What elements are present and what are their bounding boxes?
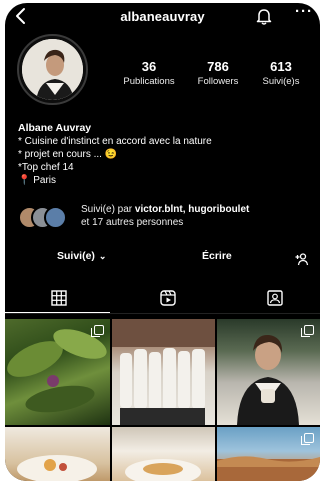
profile-screen: albaneauvray ··· 36 Publications 786 Fol… bbox=[5, 3, 320, 481]
stat-label: Publications bbox=[123, 76, 175, 87]
profile-bio: Albane Auvray * Cuisine d'instinct en ac… bbox=[18, 122, 212, 187]
followed-by-prefix: Suivi(e) par bbox=[81, 204, 135, 215]
grid-icon[interactable] bbox=[50, 289, 68, 307]
profile-name: Albane Auvray bbox=[18, 122, 92, 134]
more-options-button[interactable]: ··· bbox=[295, 3, 313, 20]
bio-line: * Cuisine d'instinct en accord avec la n… bbox=[18, 136, 212, 147]
post-thumbnail[interactable] bbox=[217, 319, 320, 425]
profile-avatar[interactable] bbox=[17, 34, 88, 105]
bio-line: 📍 Paris bbox=[18, 175, 57, 186]
following-label: Suivi(e) bbox=[57, 250, 95, 262]
stat-value: 36 bbox=[141, 59, 157, 74]
profile-tabs bbox=[5, 286, 320, 314]
post-thumbnail[interactable] bbox=[5, 319, 110, 425]
bio-line: * projet en cours ... 😉 bbox=[18, 149, 118, 160]
carousel-icon bbox=[301, 325, 314, 337]
followers-count[interactable]: 786 Followers bbox=[186, 59, 250, 87]
tagged-icon[interactable] bbox=[266, 289, 284, 307]
mutual-followers-text[interactable]: Suivi(e) par victor.blnt, hugoriboulet e… bbox=[81, 203, 249, 229]
stat-value: 786 bbox=[207, 59, 229, 74]
carousel-icon bbox=[301, 433, 314, 445]
stat-label: Suivi(e)s bbox=[262, 76, 300, 87]
post-thumbnail[interactable] bbox=[112, 427, 215, 481]
profile-actions: Suivi(e) ⌄ Écrire bbox=[5, 250, 320, 272]
avatar bbox=[44, 206, 67, 229]
stat-label: Followers bbox=[197, 76, 239, 87]
add-user-icon[interactable] bbox=[295, 252, 309, 266]
followed-by-suffix: et 17 autres personnes bbox=[81, 217, 184, 228]
post-thumbnail[interactable] bbox=[217, 427, 320, 481]
following-button[interactable]: Suivi(e) ⌄ bbox=[57, 250, 106, 262]
avatar bbox=[22, 39, 83, 100]
carousel-icon bbox=[91, 325, 104, 337]
followed-by-names: victor.blnt, hugoriboulet bbox=[134, 204, 250, 215]
reels-icon[interactable] bbox=[159, 289, 177, 307]
posts-count[interactable]: 36 Publications bbox=[113, 59, 185, 87]
stat-value: 613 bbox=[270, 59, 292, 74]
top-bar: albaneauvray ··· bbox=[5, 3, 320, 31]
active-tab-indicator bbox=[5, 312, 110, 313]
message-button[interactable]: Écrire bbox=[202, 250, 232, 262]
chevron-down-icon: ⌄ bbox=[98, 251, 107, 261]
post-thumbnail[interactable] bbox=[5, 427, 110, 481]
post-thumbnail[interactable] bbox=[112, 319, 215, 425]
bell-icon[interactable] bbox=[255, 7, 273, 25]
mutual-followers-avatars[interactable] bbox=[18, 206, 78, 230]
following-count[interactable]: 613 Suivi(e)s bbox=[252, 59, 310, 87]
bio-line: *Top chef 14 bbox=[18, 162, 74, 173]
